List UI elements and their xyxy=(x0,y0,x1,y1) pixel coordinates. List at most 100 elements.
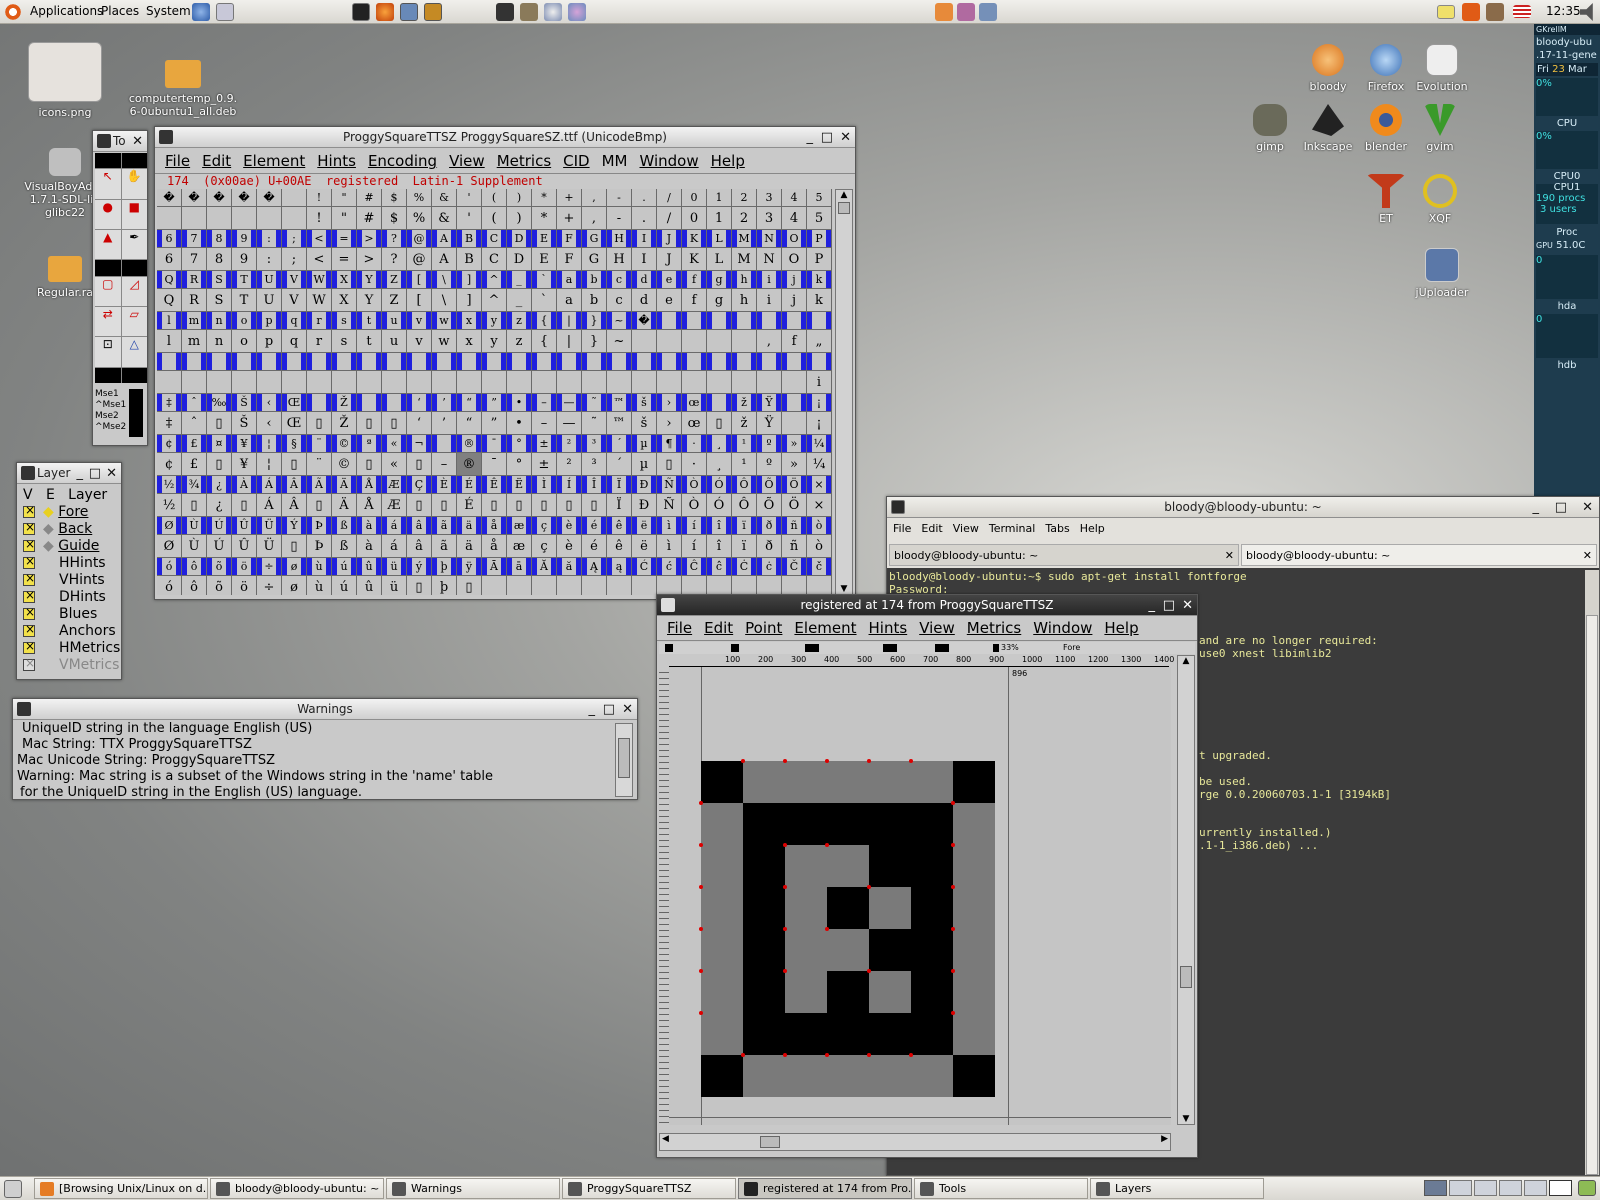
glyph-cell[interactable]: ▯ xyxy=(557,494,582,517)
visibility-checkbox[interactable] xyxy=(23,588,35,603)
glyph-cell[interactable]: ¢ xyxy=(157,453,182,476)
glyph-cell-header[interactable]: œ xyxy=(682,394,707,412)
hand-tool-icon[interactable]: ✋ xyxy=(121,169,147,199)
glyph-cell[interactable] xyxy=(232,207,257,230)
glyph-cell[interactable]: \ xyxy=(432,289,457,312)
glyph-cell-header[interactable]: i xyxy=(757,271,782,289)
glyph-cell-header[interactable] xyxy=(382,394,407,412)
glyph-cell-header[interactable]: K xyxy=(682,230,707,248)
glyph-cell-header[interactable]: ] xyxy=(457,271,482,289)
glyph-cell[interactable]: ▯ xyxy=(207,453,232,476)
glyph-cell-header[interactable]: ÷ xyxy=(257,558,282,576)
glyph-cell-header[interactable]: © xyxy=(332,435,357,453)
layers-titlebar[interactable]: Layer _ □ ✕ xyxy=(17,463,121,484)
glyph-cell-header[interactable]: Ñ xyxy=(657,476,682,494)
show-desktop-icon[interactable] xyxy=(4,1180,22,1198)
layer-row-back[interactable]: ◆ Back xyxy=(23,520,92,537)
glyph-cell-header[interactable]: n xyxy=(207,312,232,330)
close-tab-icon[interactable]: ✕ xyxy=(1583,549,1592,562)
visibility-checkbox[interactable] xyxy=(23,537,35,552)
glyph-cell[interactable] xyxy=(732,371,757,394)
glyph-cell-header[interactable] xyxy=(707,312,732,330)
glyph-cell[interactable]: , xyxy=(582,207,607,230)
flip-tool-icon[interactable]: ⇄ xyxy=(95,306,121,337)
glyph-cell[interactable]: ± xyxy=(532,453,557,476)
glyph-cell[interactable]: p xyxy=(257,330,282,353)
glyph-cell[interactable]: å xyxy=(482,535,507,558)
glyph-cell[interactable]: œ xyxy=(682,412,707,435)
control-point[interactable] xyxy=(867,969,871,973)
glyph-cell-header[interactable]: Ä xyxy=(332,476,357,494)
glyph-cell-header[interactable]: 6 xyxy=(157,230,182,248)
glyph-cell-header[interactable]: Ë xyxy=(507,476,532,494)
menu-encoding[interactable]: Encoding xyxy=(362,150,443,172)
glyph-cell-header[interactable]: } xyxy=(582,312,607,330)
glyph-cell-header[interactable]: ¦ xyxy=(257,435,282,453)
glyph-titlebar[interactable]: registered at 174 from ProggySquareTTSZ _… xyxy=(657,595,1197,616)
glyph-cell-header[interactable]: G xyxy=(582,230,607,248)
glyph-cell[interactable]: D xyxy=(507,248,532,271)
glyph-cell-header[interactable]: Ï xyxy=(607,476,632,494)
glyph-cell[interactable]: ▯ xyxy=(357,453,382,476)
glyph-cell[interactable] xyxy=(282,207,307,230)
glyph-cell[interactable]: ^ xyxy=(482,289,507,312)
glyph-cell[interactable]: Û xyxy=(232,535,257,558)
glyph-cell-header[interactable]: ½ xyxy=(157,476,182,494)
glyph-cell-header[interactable]: Œ xyxy=(282,394,307,412)
glyph-cell-header[interactable]: L xyxy=(707,230,732,248)
control-point[interactable] xyxy=(699,801,703,805)
glyph-cell[interactable]: J xyxy=(657,248,682,271)
menu-help[interactable]: Help xyxy=(705,150,751,172)
glyph-cell[interactable]: b xyxy=(582,289,607,312)
glyph-cell[interactable]: h xyxy=(732,289,757,312)
glyph-cell[interactable] xyxy=(507,576,532,595)
glyph-cell-header[interactable]: A xyxy=(432,230,457,248)
glyph-cell-header[interactable]: ž xyxy=(732,394,757,412)
glyph-cell[interactable]: ~ xyxy=(607,330,632,353)
glyph-cell-header[interactable]: Å xyxy=(357,476,382,494)
desktop-icon-xqf[interactable]: XQF xyxy=(1410,174,1470,225)
glyph-cell[interactable]: 8 xyxy=(207,248,232,271)
glyph-cell-header[interactable]: g xyxy=(707,271,732,289)
close-icon[interactable]: ✕ xyxy=(1182,596,1193,616)
glyph-cell[interactable]: ê xyxy=(607,535,632,558)
glyph-cell-header[interactable]: ¹ xyxy=(732,435,757,453)
glyph-cell-header[interactable]: ¸ xyxy=(707,435,732,453)
glyph-cell[interactable]: ¨ xyxy=(307,453,332,476)
glyph-cell-header[interactable]: Y xyxy=(357,271,382,289)
glyph-cell-header[interactable]: Ž xyxy=(332,394,357,412)
desktop-icon-inkscape[interactable]: Inkscape xyxy=(1298,104,1358,153)
glyph-cell[interactable]: Ö xyxy=(782,494,807,517)
menu-file[interactable]: File xyxy=(159,150,196,172)
glyph-cell-header[interactable]: à xyxy=(357,517,382,535)
glyph-cell-header[interactable]: ? xyxy=(382,230,407,248)
desktop-icon-firefox[interactable]: Firefox xyxy=(1356,44,1416,93)
glyph-cell[interactable]: Ð xyxy=(632,494,657,517)
glyph-cell-header[interactable]: Ì xyxy=(532,476,557,494)
glyph-cell-header[interactable]: ~ xyxy=(607,312,632,330)
glyph-cell[interactable] xyxy=(257,207,282,230)
glyph-cell[interactable]: ç xyxy=(532,535,557,558)
glyph-cell[interactable]: Y xyxy=(357,289,382,312)
glyph-cell-header[interactable]: û xyxy=(357,558,382,576)
edit-radio-icon[interactable]: ◆ xyxy=(43,504,54,520)
glyph-cell-header[interactable]: þ xyxy=(432,558,457,576)
glyph-cell-header[interactable]: ¡ xyxy=(807,394,832,412)
glyph-cell-header[interactable]: U xyxy=(257,271,282,289)
maximize-icon[interactable]: □ xyxy=(821,128,833,148)
glyph-cell-header[interactable]: ö xyxy=(232,558,257,576)
menu-mm[interactable]: MM xyxy=(596,150,634,172)
terminal-tab-1[interactable]: bloody@bloody-ubuntu: ~ ✕ xyxy=(889,544,1239,566)
glyph-cell[interactable] xyxy=(657,330,682,353)
glyph-cell-header[interactable]: ã xyxy=(432,517,457,535)
layer-row-hmetrics[interactable]: HMetrics xyxy=(23,639,120,656)
taskbar-item-warnings[interactable]: Warnings xyxy=(386,1178,560,1199)
tray-update-icon[interactable] xyxy=(1462,3,1480,21)
glyph-cell[interactable] xyxy=(332,371,357,394)
maximize-icon[interactable]: □ xyxy=(1163,596,1175,616)
glyph-cell-header[interactable]: ø xyxy=(282,558,307,576)
glyph-cell-header[interactable]: R xyxy=(182,271,207,289)
glyph-cell[interactable]: P xyxy=(807,248,832,271)
glyph-cell-header[interactable]: 4 xyxy=(782,189,807,207)
glyph-cell-header[interactable]: § xyxy=(282,435,307,453)
